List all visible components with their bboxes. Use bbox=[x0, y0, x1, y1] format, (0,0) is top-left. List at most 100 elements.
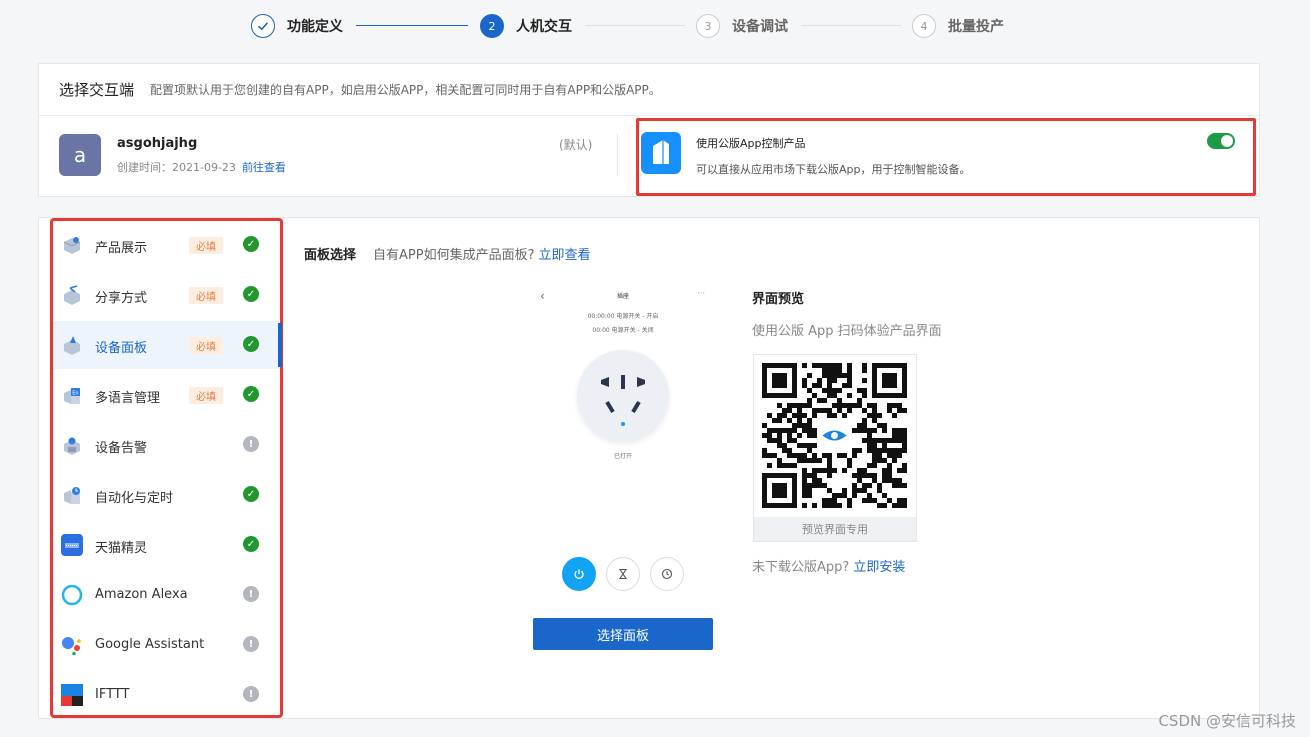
app-created: 创建时间：2021-09-23 前往查看 bbox=[117, 159, 286, 175]
check-icon bbox=[251, 14, 275, 38]
app-avatar: a bbox=[59, 134, 101, 176]
device-panel-icon bbox=[61, 334, 83, 356]
status-ok-icon: ✓ bbox=[243, 536, 259, 552]
required-tag: 必填 bbox=[189, 237, 223, 254]
watermark: CSDN @安信可科技 bbox=[1158, 712, 1296, 730]
preview-desc: 使用公版 App 扫码体验产品界面 bbox=[752, 324, 942, 339]
qr-code-image bbox=[762, 363, 907, 508]
config-sidebar: 产品展示 必填 ✓ 分享方式 必填 ✓ 设备面板 必填 ✓ En 多语言管理 必… bbox=[50, 218, 283, 718]
sidebar-item-automation[interactable]: 自动化与定时 ✓ bbox=[53, 471, 280, 519]
status-ok-icon: ✓ bbox=[243, 236, 259, 252]
default-tag: (默认) bbox=[559, 138, 593, 152]
step-3[interactable]: 3 设备调试 bbox=[696, 14, 788, 38]
own-app-row: a asgohjajhg 创建时间：2021-09-23 前往查看 bbox=[59, 134, 286, 176]
step-connector-1 bbox=[356, 25, 468, 26]
sidebar-item-label: 设备面板 bbox=[95, 341, 148, 356]
phone-schedule-1: 00:00:00 电源开关 - 开启 bbox=[587, 313, 659, 320]
view-app-link[interactable]: 前往查看 bbox=[242, 161, 286, 174]
back-icon: ‹ bbox=[540, 289, 545, 303]
timer-button[interactable] bbox=[606, 557, 640, 591]
step-3-number: 3 bbox=[696, 14, 720, 38]
alarm-icon bbox=[61, 434, 83, 456]
app-created-prefix: 创建时间： bbox=[117, 160, 172, 174]
status-ok-icon: ✓ bbox=[243, 336, 259, 352]
step-connector-3 bbox=[801, 25, 901, 26]
app-name: asgohjajhg bbox=[117, 135, 198, 151]
step-1[interactable]: 功能定义 bbox=[251, 14, 343, 38]
indicator-dot bbox=[621, 422, 625, 426]
socket-icon bbox=[601, 375, 645, 414]
sidebar-item-label: 产品展示 bbox=[95, 241, 148, 256]
more-icon: ··· bbox=[697, 289, 705, 298]
panel-preview-phone[interactable]: ‹ 插座 ··· 00:00:00 电源开关 - 开启 00:00 电源开关 -… bbox=[533, 285, 713, 605]
phone-title: 插座 bbox=[617, 293, 630, 300]
status-ok-icon: ✓ bbox=[243, 486, 259, 502]
panel-subtitle: 自有APP如何集成产品面板? 立即查看 bbox=[373, 244, 591, 263]
step-2-label: 人机交互 bbox=[516, 19, 572, 35]
automation-icon bbox=[61, 484, 83, 506]
install-text: 未下载公版App? bbox=[752, 560, 850, 575]
sidebar-item-amazon-alexa[interactable]: Amazon Alexa ! bbox=[53, 571, 280, 619]
divider bbox=[617, 134, 618, 176]
sidebar-item-label: Amazon Alexa bbox=[95, 587, 188, 602]
public-app-icon bbox=[641, 132, 681, 174]
google-assistant-icon bbox=[61, 634, 83, 656]
status-warning-icon: ! bbox=[243, 686, 259, 702]
sidebar-item-label: IFTTT bbox=[95, 687, 130, 702]
sidebar-item-label: 天猫精灵 bbox=[95, 541, 148, 556]
sidebar-item-tmall-genie[interactable]: 天猫精灵 ✓ bbox=[53, 521, 280, 569]
sidebar-item-label: 分享方式 bbox=[95, 291, 148, 306]
status-warning-icon: ! bbox=[243, 436, 259, 452]
step-4[interactable]: 4 批量投产 bbox=[912, 14, 1004, 38]
toggle-knob bbox=[1221, 135, 1233, 147]
alexa-icon bbox=[61, 584, 83, 606]
step-4-number: 4 bbox=[912, 14, 936, 38]
hourglass-icon bbox=[618, 568, 628, 580]
status-ok-icon: ✓ bbox=[243, 386, 259, 402]
view-now-link[interactable]: 立即查看 bbox=[538, 248, 590, 263]
required-tag: 必填 bbox=[189, 337, 223, 354]
phone-schedule-2: 00:00 电源开关 - 关闭 bbox=[592, 327, 654, 334]
sidebar-item-product-display[interactable]: 产品展示 必填 ✓ bbox=[53, 221, 280, 269]
step-4-label: 批量投产 bbox=[948, 19, 1004, 35]
app-created-date: 2021-09-23 bbox=[172, 160, 236, 174]
interaction-desc: 配置项默认用于您创建的自有APP，如启用公版APP，相关配置可同时用于自有APP… bbox=[150, 83, 661, 97]
sidebar-item-google-assistant[interactable]: Google Assistant ! bbox=[53, 621, 280, 669]
tmall-genie-icon bbox=[61, 534, 83, 556]
ifttt-icon bbox=[61, 684, 83, 706]
public-app-toggle[interactable] bbox=[1207, 133, 1235, 149]
clock-icon bbox=[661, 568, 673, 580]
sidebar-item-device-panel[interactable]: 设备面板 必填 ✓ bbox=[53, 321, 282, 369]
sidebar-item-alarm[interactable]: 设备告警 ! bbox=[53, 421, 280, 469]
preview-qr-code: 预览界面专用 bbox=[753, 354, 917, 542]
select-panel-button[interactable]: 选择面板 bbox=[533, 618, 713, 650]
required-tag: 必填 bbox=[189, 287, 223, 304]
status-ok-icon: ✓ bbox=[243, 286, 259, 302]
public-app-title: 使用公版App控制产品 bbox=[696, 137, 806, 150]
product-display-icon bbox=[61, 234, 83, 256]
socket-dial bbox=[577, 350, 669, 442]
sidebar-item-label: Google Assistant bbox=[95, 637, 205, 652]
sidebar-item-label: 多语言管理 bbox=[95, 391, 161, 406]
power-button[interactable] bbox=[562, 557, 596, 591]
sidebar-item-language[interactable]: En 多语言管理 必填 ✓ bbox=[53, 371, 280, 419]
install-now-link[interactable]: 立即安装 bbox=[853, 560, 905, 575]
step-2[interactable]: 2 人机交互 bbox=[480, 14, 572, 38]
sidebar-item-label: 自动化与定时 bbox=[95, 491, 174, 506]
step-progress: 功能定义 2 人机交互 3 设备调试 4 批量投产 bbox=[0, 0, 1310, 52]
panel-subtitle-text: 自有APP如何集成产品面板? bbox=[373, 248, 535, 263]
step-connector-2 bbox=[585, 25, 685, 26]
sidebar-item-ifttt[interactable]: IFTTT ! bbox=[53, 671, 280, 719]
interaction-card-header: 选择交互端 配置项默认用于您创建的自有APP，如启用公版APP，相关配置可同时用… bbox=[39, 64, 1259, 116]
schedule-button[interactable] bbox=[650, 557, 684, 591]
public-app-desc: 可以直接从应用市场下载公版App，用于控制智能设备。 bbox=[696, 163, 971, 176]
sidebar-item-share[interactable]: 分享方式 必填 ✓ bbox=[53, 271, 280, 319]
status-warning-icon: ! bbox=[243, 586, 259, 602]
status-warning-icon: ! bbox=[243, 636, 259, 652]
public-app-option[interactable]: 使用公版App控制产品 可以直接从应用市场下载公版App，用于控制智能设备。 bbox=[636, 118, 1256, 196]
required-tag: 必填 bbox=[189, 387, 223, 404]
step-2-number: 2 bbox=[480, 14, 504, 38]
qr-caption: 预览界面专用 bbox=[754, 517, 916, 541]
step-1-label: 功能定义 bbox=[287, 19, 343, 35]
power-icon bbox=[574, 569, 584, 579]
